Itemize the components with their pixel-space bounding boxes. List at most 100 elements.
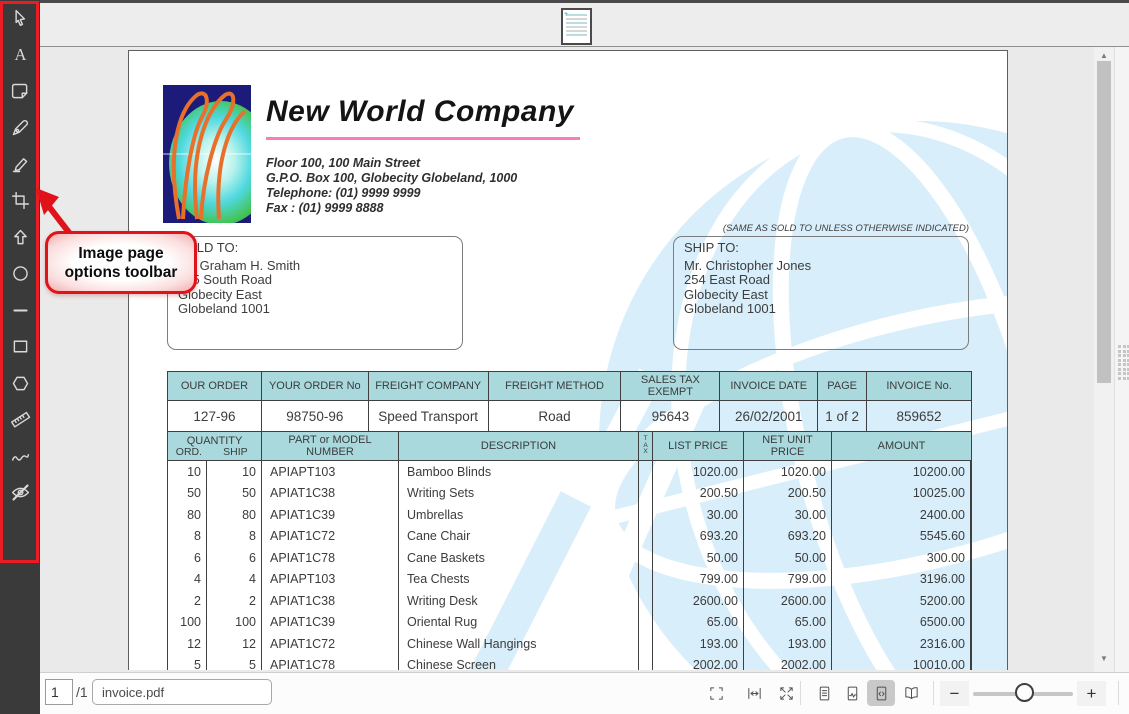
line-item-cell: 193.00: [744, 633, 832, 655]
line-item-cell: APIAPT103: [262, 569, 399, 591]
line-item-cell: 2600.00: [653, 590, 744, 612]
hide-annotations-icon: [10, 482, 31, 503]
hide-annotations-button[interactable]: [0, 475, 40, 512]
line-item-row: 44APIAPT103Tea Chests799.00799.003196.00: [168, 569, 971, 591]
line-item-cell: APIAT1C72: [262, 633, 399, 655]
line-item-cell: 1020.00: [744, 461, 832, 483]
line-item-cell: 693.20: [744, 526, 832, 548]
page-thumbnail-icon[interactable]: +: [561, 8, 592, 45]
line-item-cell: 2002.00: [653, 655, 744, 671]
top-bar: +: [40, 0, 1129, 47]
vertical-scrollbar[interactable]: ▲ ▼: [1094, 47, 1114, 672]
line-item-cell: 4: [168, 569, 207, 591]
pen-tool-button[interactable]: [0, 110, 40, 147]
highlighter-tool-button[interactable]: [0, 146, 40, 183]
fit-width-button[interactable]: [740, 680, 768, 706]
items-header-list-price: LIST PRICE: [653, 432, 744, 461]
order-info-value: 127-96: [168, 401, 262, 432]
line-item-cell: 1020.00: [653, 461, 744, 483]
vertical-scroll-layout-button[interactable]: [838, 680, 866, 706]
company-logo: [163, 85, 251, 223]
fit-page-button[interactable]: [702, 680, 730, 706]
line-item-cell: 65.00: [744, 612, 832, 634]
splitter-grip-icon[interactable]: [1118, 345, 1129, 380]
sold-to-line: Mr. Graham H. Smith: [178, 259, 452, 274]
line-item-cell: APIAT1C38: [262, 483, 399, 505]
line-item-cell: 5: [168, 655, 207, 671]
expand-button[interactable]: [772, 680, 800, 706]
items-header-description: DESCRIPTION: [399, 432, 639, 461]
line-item-row: 5050APIAT1C38Writing Sets200.50200.50100…: [168, 483, 971, 505]
ruler-tool-button[interactable]: [0, 402, 40, 439]
zoom-in-button[interactable]: +: [1077, 681, 1106, 706]
polygon-tool-button[interactable]: [0, 365, 40, 402]
line-item-cell: APIAT1C78: [262, 655, 399, 671]
line-item-row: 66APIAT1C78Cane Baskets50.0050.00300.00: [168, 547, 971, 569]
polygon-tool-icon: [10, 373, 31, 394]
ellipse-tool-button[interactable]: [0, 256, 40, 293]
ellipse-tool-icon: [10, 263, 31, 284]
line-item-cell: APIAT1C78: [262, 547, 399, 569]
order-info-header: FREIGHT METHOD: [489, 372, 622, 401]
bottom-toolbar: /1 − +: [40, 672, 1129, 714]
line-item-cell: [639, 655, 653, 671]
line-item-cell: 2: [207, 590, 262, 612]
order-info-value: Speed Transport: [369, 401, 489, 432]
scroll-down-icon[interactable]: ▼: [1094, 650, 1114, 667]
horizontal-scroll-layout-button[interactable]: [867, 680, 895, 706]
line-item-cell: [639, 461, 653, 483]
rectangle-tool-icon: [10, 336, 31, 357]
line-item-cell: Writing Desk: [399, 590, 639, 612]
callout: Image page options toolbar: [45, 231, 197, 294]
items-header-amount: AMOUNT: [832, 432, 971, 461]
company-address: Floor 100, 100 Main StreetG.P.O. Box 100…: [266, 156, 517, 216]
line-tool-icon: [10, 300, 31, 321]
fit-width-icon: [746, 685, 763, 702]
rectangle-tool-button[interactable]: [0, 329, 40, 366]
line-item-cell: 50.00: [744, 547, 832, 569]
items-header-tax: TAX: [639, 432, 653, 461]
filename-input[interactable]: [92, 679, 272, 705]
freehand-tool-button[interactable]: [0, 438, 40, 475]
line-item-cell: 200.50: [744, 483, 832, 505]
line-item-cell: Oriental Rug: [399, 612, 639, 634]
line-item-cell: APIAT1C72: [262, 526, 399, 548]
single-page-layout-button[interactable]: [810, 680, 838, 706]
line-item-cell: 193.00: [653, 633, 744, 655]
company-name: New World Company: [266, 95, 574, 129]
line-item-cell: 8: [207, 526, 262, 548]
items-header-quantity: QUANTITYORD.SHIP: [168, 432, 262, 461]
line-item-cell: [639, 504, 653, 526]
order-info-header: FREIGHT COMPANY: [369, 372, 489, 401]
divider: [933, 681, 934, 705]
note-tool-button[interactable]: [0, 73, 40, 110]
ship-to-line: Globeland 1001: [684, 302, 958, 317]
line-item-cell: 100: [168, 612, 207, 634]
right-panel-splitter[interactable]: [1114, 47, 1129, 672]
two-page-layout-button[interactable]: [897, 680, 925, 706]
order-info-header: SALES TAXEXEMPT: [621, 372, 720, 401]
line-item-cell: Cane Baskets: [399, 547, 639, 569]
divider: [800, 681, 801, 705]
sold-to-label: SOLD TO:: [178, 241, 452, 256]
address-line: Telephone: (01) 9999 9999: [266, 186, 517, 201]
line-item-cell: 5200.00: [832, 590, 971, 612]
order-info-header: INVOICE No.: [867, 372, 971, 401]
line-item-cell: [639, 633, 653, 655]
line-item-cell: 50: [168, 483, 207, 505]
line-item-cell: 10: [207, 461, 262, 483]
ship-note: (SAME AS SOLD TO UNLESS OTHERWISE INDICA…: [673, 223, 969, 234]
line-item-row: 88APIAT1C72Cane Chair693.20693.205545.60: [168, 526, 971, 548]
zoom-slider-knob[interactable]: [1015, 683, 1034, 702]
zoom-out-button[interactable]: −: [940, 681, 969, 706]
order-info-value: 95643: [621, 401, 720, 432]
line-item-cell: 3196.00: [832, 569, 971, 591]
line-tool-button[interactable]: [0, 292, 40, 329]
ruler-tool-icon: [10, 409, 31, 430]
scrollbar-thumb[interactable]: [1097, 61, 1111, 383]
line-item-cell: 80: [207, 504, 262, 526]
line-item-cell: [639, 590, 653, 612]
select-tool-button[interactable]: [0, 0, 40, 37]
page-number-input[interactable]: [45, 679, 73, 705]
text-tool-button[interactable]: A: [0, 37, 40, 74]
